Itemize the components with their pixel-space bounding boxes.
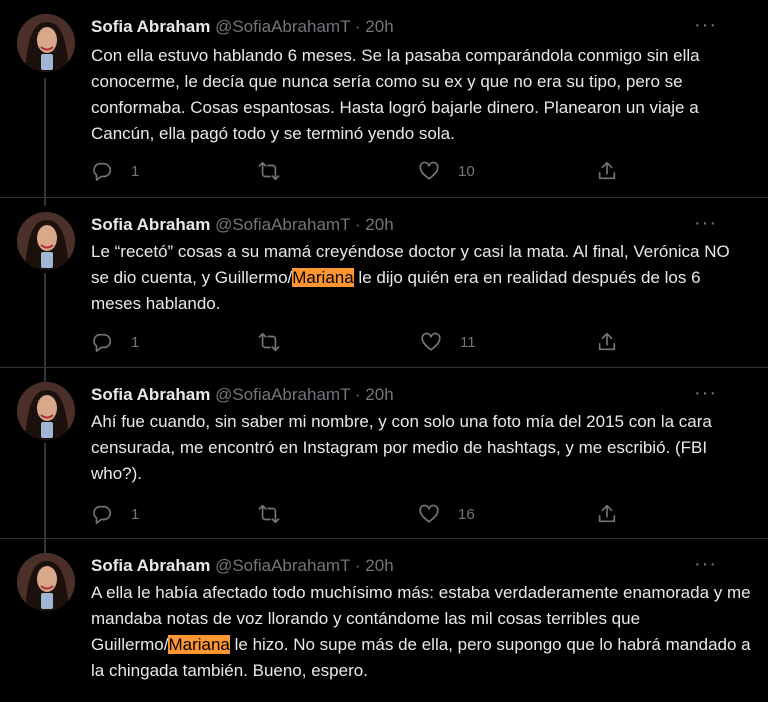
highlighted-word: Mariana: [168, 635, 230, 654]
share-icon: [598, 161, 616, 180]
thread-line: [44, 78, 46, 206]
avatar[interactable]: [17, 14, 75, 72]
like-button[interactable]: 10: [418, 158, 475, 184]
like-icon: [419, 504, 439, 523]
like-button[interactable]: 11: [420, 329, 476, 355]
like-count: 16: [458, 505, 475, 523]
text-segment: Ahí fue cuando, sin saber mi nombre, y c…: [91, 412, 712, 483]
tweet[interactable]: Sofia Abraham @SofiaAbrahamT · 20h ··· A…: [0, 539, 768, 702]
author-name[interactable]: Sofia Abraham: [91, 385, 210, 404]
separator-dot: ·: [354, 215, 361, 234]
tweet-time[interactable]: 20h: [365, 385, 393, 404]
reply-icon: [93, 333, 112, 352]
text-segment: Con ella estuvo hablando 6 meses. Se la …: [91, 46, 700, 143]
share-button[interactable]: [596, 329, 618, 355]
avatar-photo: [17, 14, 75, 72]
more-icon[interactable]: ···: [694, 212, 717, 235]
avatar[interactable]: [17, 553, 75, 611]
like-button[interactable]: 16: [418, 501, 475, 527]
share-icon: [598, 504, 616, 523]
author-name[interactable]: Sofia Abraham: [91, 215, 210, 234]
reply-button[interactable]: 1: [91, 158, 139, 184]
retweet-button[interactable]: [257, 329, 299, 355]
author-handle[interactable]: @SofiaAbrahamT: [215, 215, 350, 234]
reply-count: 1: [131, 505, 140, 523]
avatar[interactable]: [17, 382, 75, 440]
separator-dot: ·: [354, 385, 361, 404]
share-button[interactable]: [596, 501, 618, 527]
tweet-text: Con ella estuvo hablando 6 meses. Se la …: [91, 43, 751, 147]
more-icon[interactable]: ···: [694, 382, 717, 405]
tweet-header: Sofia Abraham @SofiaAbrahamT · 20h: [91, 215, 394, 235]
author-handle[interactable]: @SofiaAbrahamT: [215, 385, 350, 404]
tweet-header: Sofia Abraham @SofiaAbrahamT · 20h: [91, 556, 394, 576]
reply-button[interactable]: 1: [91, 501, 139, 527]
author-name[interactable]: Sofia Abraham: [91, 17, 210, 36]
like-count: 11: [460, 333, 476, 351]
tweet-header: Sofia Abraham @SofiaAbrahamT · 20h: [91, 385, 394, 405]
separator-dot: ·: [354, 556, 361, 575]
retweet-button[interactable]: [257, 158, 299, 184]
more-icon[interactable]: ···: [694, 553, 717, 576]
reply-button[interactable]: 1: [91, 329, 139, 355]
tweet-text: Le “recetó” cosas a su mamá creyéndose d…: [91, 239, 751, 317]
like-icon: [421, 332, 441, 351]
like-count: 10: [458, 162, 475, 180]
author-handle[interactable]: @SofiaAbrahamT: [215, 17, 350, 36]
separator-dot: ·: [354, 17, 361, 36]
highlighted-word: Mariana: [292, 268, 354, 287]
retweet-button[interactable]: [257, 501, 299, 527]
avatar-photo: [17, 382, 75, 440]
tweet-actions: 1 10: [91, 158, 731, 184]
tweet[interactable]: Sofia Abraham @SofiaAbrahamT · 20h ··· C…: [0, 0, 768, 206]
tweet-time[interactable]: 20h: [365, 215, 393, 234]
author-handle[interactable]: @SofiaAbrahamT: [215, 556, 350, 575]
tweet-actions: 1 11: [91, 329, 731, 355]
avatar-photo: [17, 553, 75, 611]
retweet-icon: [258, 504, 280, 524]
tweet-text: Ahí fue cuando, sin saber mi nombre, y c…: [91, 409, 751, 487]
retweet-icon: [258, 332, 280, 352]
author-name[interactable]: Sofia Abraham: [91, 556, 210, 575]
tweet[interactable]: Sofia Abraham @SofiaAbrahamT · 20h ··· L…: [0, 198, 768, 385]
tweet[interactable]: Sofia Abraham @SofiaAbrahamT · 20h ··· A…: [0, 368, 768, 561]
retweet-icon: [258, 161, 280, 181]
reply-icon: [93, 162, 112, 181]
reply-icon: [93, 505, 112, 524]
tweet-time[interactable]: 20h: [365, 556, 393, 575]
avatar[interactable]: [17, 212, 75, 270]
reply-count: 1: [131, 162, 140, 180]
reply-count: 1: [131, 333, 140, 351]
tweet-actions: 1 16: [91, 501, 731, 527]
share-icon: [598, 332, 616, 351]
share-button[interactable]: [596, 158, 618, 184]
avatar-photo: [17, 212, 75, 270]
more-icon[interactable]: ···: [694, 14, 717, 37]
tweet-text: A ella le había afectado todo muchísimo …: [91, 580, 751, 684]
tweet-time[interactable]: 20h: [365, 17, 393, 36]
tweet-header: Sofia Abraham @SofiaAbrahamT · 20h: [91, 17, 394, 37]
like-icon: [419, 161, 439, 180]
